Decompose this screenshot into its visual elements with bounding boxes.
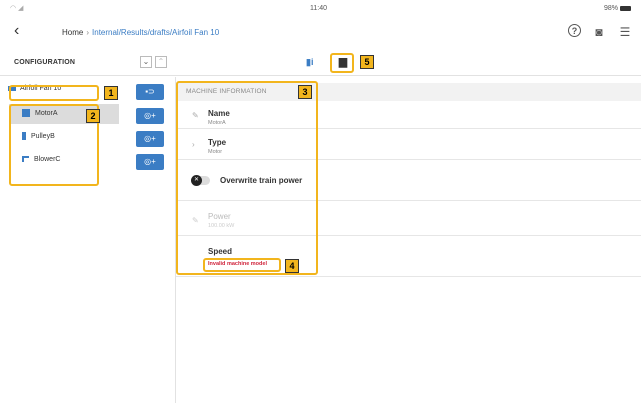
highlight-box-1 <box>9 85 99 101</box>
callout-5: 5 <box>360 55 374 69</box>
battery-percent: 98% <box>603 5 618 12</box>
breadcrumb-path[interactable]: Internal/Results/drafts/Airfoil Fan 10 <box>92 28 219 37</box>
chevron-down-icon[interactable]: ⌄ <box>140 56 152 68</box>
breadcrumb: Home › Internal/Results/drafts/Airfoil Fan… <box>62 28 219 37</box>
battery-icon <box>620 5 631 11</box>
breadcrumb-home[interactable]: Home <box>62 28 83 37</box>
back-arrow-icon[interactable]: ‹ <box>14 22 19 40</box>
highlight-box-3 <box>176 81 318 275</box>
callout-3: 3 <box>298 85 312 99</box>
tab-info-list-icon[interactable]: ▮i <box>306 57 313 68</box>
battery-indicator: 98% <box>604 5 631 12</box>
configuration-title: CONFIGURATION <box>14 59 76 66</box>
menu-icon[interactable]: ☰ <box>617 24 633 40</box>
callout-4: 4 <box>285 259 299 273</box>
callout-1: 1 <box>104 86 118 100</box>
add-component-button[interactable]: ◎+ <box>136 108 164 124</box>
wifi-icon: ◠ ◢ <box>10 5 24 12</box>
status-time: 11:40 <box>310 5 327 12</box>
top-bar: ‹ Home › Internal/Results/drafts/Airfoil F… <box>0 20 641 46</box>
view-tabs: ▮i ▆ <box>176 50 641 76</box>
breadcrumb-separator: › <box>86 28 90 37</box>
edit-train-button[interactable]: ▪⊃ <box>136 84 164 100</box>
camera-icon[interactable]: ◙ <box>591 24 607 40</box>
highlight-box-4 <box>203 258 281 272</box>
help-icon[interactable]: ? <box>568 24 581 37</box>
add-component-button[interactable]: ◎+ <box>136 131 164 147</box>
configuration-header: CONFIGURATION ⌄ ⌃ <box>0 50 176 76</box>
callout-2: 2 <box>86 109 100 123</box>
top-icons: ? ◙ ☰ <box>568 24 633 40</box>
status-bar: ◠ ◢ 11:40 98% <box>0 0 641 18</box>
highlight-box-5 <box>330 53 354 73</box>
add-component-button[interactable]: ◎+ <box>136 154 164 170</box>
chevron-up-icon[interactable]: ⌃ <box>155 56 167 68</box>
